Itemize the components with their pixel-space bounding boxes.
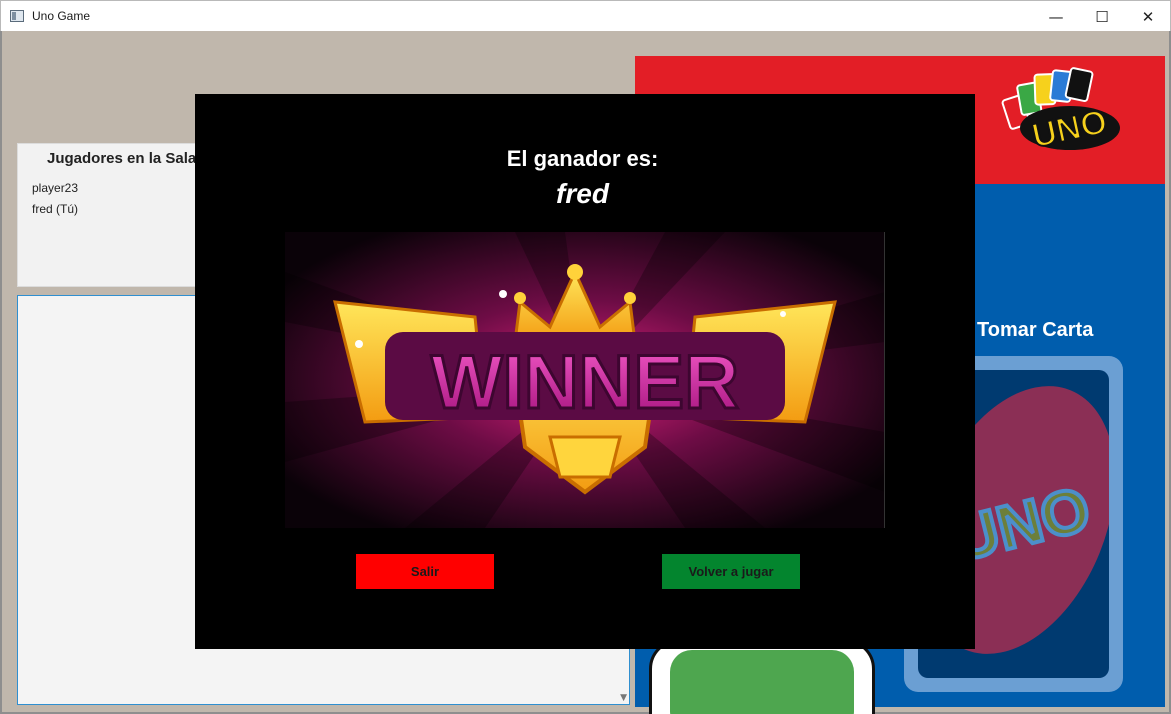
take-card-label: Tomar Carta bbox=[977, 319, 1094, 341]
uno-logo: UNO bbox=[1001, 67, 1120, 156]
player-card[interactable] bbox=[649, 639, 875, 714]
player-item: player23 bbox=[32, 181, 79, 195]
winner-name: fred bbox=[556, 178, 609, 209]
winner-banner-text: WINNER bbox=[431, 340, 739, 425]
player-card-face bbox=[670, 650, 854, 714]
winner-label: El ganador es: bbox=[506, 146, 659, 171]
winner-banner-image: WINNER bbox=[285, 232, 885, 528]
exit-button[interactable]: Salir bbox=[356, 554, 494, 589]
scroll-down-icon[interactable]: ▼ bbox=[620, 693, 627, 703]
player-item: fred (Tú) bbox=[32, 202, 79, 216]
players-title: Jugadores en la Sala bbox=[47, 150, 197, 167]
divider bbox=[884, 232, 885, 528]
window-title: Uno Game bbox=[32, 9, 91, 23]
title-bar: Uno Game — ☐ ✕ bbox=[0, 0, 1171, 31]
close-button[interactable]: ✕ bbox=[1125, 1, 1171, 32]
minimize-button[interactable]: — bbox=[1033, 1, 1079, 32]
play-again-button[interactable]: Volver a jugar bbox=[662, 554, 800, 589]
winner-dialog: El ganador es: fred WINNER Salir Volver … bbox=[195, 94, 975, 649]
app-icon bbox=[10, 10, 24, 22]
maximize-button[interactable]: ☐ bbox=[1079, 1, 1125, 32]
